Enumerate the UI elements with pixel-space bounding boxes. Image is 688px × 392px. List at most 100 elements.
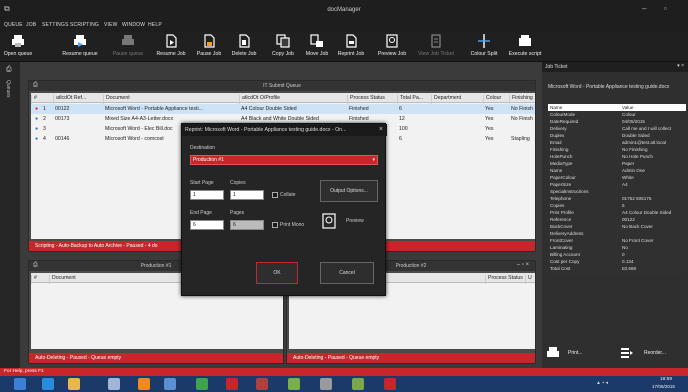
app-icon[interactable] [256, 378, 268, 390]
clock-time[interactable]: 18:59 [660, 377, 672, 382]
property-row[interactable]: Cost per Copy 0.134 [548, 258, 686, 265]
property-row[interactable]: ColourMode Colour [548, 111, 686, 118]
app-icon[interactable] [138, 378, 150, 390]
property-row[interactable]: Delivery Call me and I will collect [548, 125, 686, 132]
app-icon[interactable] [164, 378, 176, 390]
clock-date[interactable]: 17/06/2015 [652, 384, 675, 389]
copies-input[interactable]: 1 [230, 190, 264, 200]
property-row[interactable]: Finishing No Finishing [548, 146, 686, 153]
col-process-status[interactable]: Process Status [347, 95, 397, 104]
app-icon[interactable] [320, 378, 332, 390]
menu-scripting[interactable]: SCRIPTING [70, 22, 99, 28]
resume-job-button[interactable]: Resume Job [154, 34, 188, 61]
property-row[interactable]: BackCover No Back Cover [548, 223, 686, 230]
dialog-close-button[interactable]: × [379, 126, 383, 133]
pause-job-button[interactable]: Pause Job [194, 34, 224, 61]
col-number[interactable]: # [31, 95, 53, 104]
menu-window[interactable]: WINDOW [122, 22, 145, 28]
property-row[interactable]: DateRequired 04/05/2015 [548, 118, 686, 125]
menu-queue[interactable]: QUEUE [4, 22, 23, 28]
production-2-status: Auto-Deleting - Paused - Queue empty [293, 355, 380, 361]
col-profile[interactable]: atlcdOt O/Profile [239, 95, 347, 104]
property-row[interactable]: Duplex Double Sided [548, 132, 686, 139]
col-u[interactable]: U [525, 275, 535, 284]
app-icon[interactable] [108, 378, 120, 390]
preview-button[interactable]: Preview [320, 210, 378, 232]
window-controls-icon[interactable]: – ▫ × [517, 262, 529, 268]
menu-help[interactable]: HELP [148, 22, 162, 28]
property-row[interactable]: MediaType Paper [548, 160, 686, 167]
col-ref[interactable]: atlcdOt Ref... [53, 95, 103, 104]
property-row[interactable]: Billing Account 0 [548, 251, 686, 258]
col-colour[interactable]: Colour [483, 95, 509, 104]
menu-settings[interactable]: SETTINGS [42, 22, 69, 28]
colour-split-button[interactable]: Colour Split [466, 34, 502, 61]
property-row[interactable]: Print Profile A4 Colour Double Sided [548, 209, 686, 216]
property-row[interactable]: Reference 00122 [548, 216, 686, 223]
app-icon[interactable] [288, 378, 300, 390]
property-row[interactable]: Telephone 01752 506176 [548, 195, 686, 202]
col-document[interactable]: Document [103, 95, 239, 104]
collate-label: Collate [280, 192, 296, 198]
reorder-button[interactable]: Reorder... [620, 344, 684, 364]
col-department[interactable]: Department [431, 95, 483, 104]
cell-pages: 6 [399, 136, 402, 142]
property-row[interactable]: Email admin1@test.atl.local [548, 139, 686, 146]
dialog-title: Reprint: Microsoft Word - Portable Appli… [185, 127, 347, 133]
collate-checkbox[interactable] [272, 192, 278, 198]
property-row[interactable]: DeliveryAddress [548, 230, 686, 237]
system-tray-icon[interactable]: ▲ ▪ ◂ [596, 380, 608, 386]
reprint-job-button[interactable]: Reprint Job [334, 34, 368, 61]
property-name: PaperColour [550, 175, 576, 180]
reorder-label: Reorder... [644, 350, 666, 356]
app-icon[interactable] [196, 378, 208, 390]
printer-icon: ⎙ [6, 66, 12, 73]
resume-queue-button[interactable]: Resume queue [60, 34, 100, 61]
destination-select[interactable]: Production #1 ▾ [190, 155, 378, 165]
end-page-input[interactable]: 6 [190, 220, 224, 230]
output-options-button[interactable]: Output Options... [320, 180, 378, 202]
property-value: 01752 506176 [622, 196, 652, 201]
execute-script-button[interactable]: Execute script [506, 34, 544, 61]
menu-view[interactable]: VIEW [104, 22, 118, 28]
start-icon[interactable] [14, 378, 26, 390]
property-row[interactable]: PaperColour White [548, 174, 686, 181]
move-job-button[interactable]: Move Job [302, 34, 332, 61]
browser-icon[interactable] [42, 378, 54, 390]
col-total-pages[interactable]: Total Pa... [397, 95, 431, 104]
app-status-line: For Help, press F1 [0, 368, 688, 376]
property-row[interactable]: Total Cost £0.668 [548, 265, 686, 272]
menu-job[interactable]: JOB [26, 22, 36, 28]
col-number[interactable]: # [31, 275, 49, 284]
ok-button[interactable]: OK [256, 262, 298, 284]
table-row[interactable]: 1 00122 Microsoft Word - Portable Applianc… [31, 104, 535, 114]
app-icon[interactable] [352, 378, 364, 390]
queues-side-tab[interactable]: Queues [5, 80, 11, 98]
pause-queue-button[interactable]: Pause queue [110, 34, 146, 61]
pin-icon[interactable]: ▾ × [677, 63, 684, 69]
view-job-ticket-button[interactable]: View Job Ticket [414, 34, 458, 61]
docmanager-taskbar-icon[interactable] [226, 378, 238, 390]
property-row[interactable]: Name Admin One [548, 167, 686, 174]
start-page-input[interactable]: 1 [190, 190, 224, 200]
open-queue-button[interactable]: Open queue [2, 34, 34, 61]
preview-job-button[interactable]: Preview Job [374, 34, 410, 61]
property-row[interactable]: SpecialInstructions [548, 188, 686, 195]
copy-job-button[interactable]: Copy Job [268, 34, 298, 61]
col-document[interactable]: Document [49, 275, 169, 284]
app-icon[interactable] [384, 378, 396, 390]
minimize-button[interactable]: – [642, 4, 646, 13]
col-process-status[interactable]: Process Status [485, 275, 525, 284]
folder-icon[interactable] [68, 378, 80, 390]
col-finishing[interactable]: Finishing [509, 95, 535, 104]
property-row[interactable]: FrontCover No Front Cover [548, 237, 686, 244]
print-button[interactable]: Print... [546, 344, 606, 364]
cancel-button[interactable]: Cancel [320, 262, 374, 284]
property-row[interactable]: HolePunch No Hole Punch [548, 153, 686, 160]
property-row[interactable]: Copies 5 [548, 202, 686, 209]
maximize-button[interactable]: ▫ [664, 4, 667, 13]
delete-job-button[interactable]: Delete Job [228, 34, 260, 61]
property-row[interactable]: Laminating No [548, 244, 686, 251]
print-mono-checkbox[interactable] [272, 222, 278, 228]
property-row[interactable]: PaperSize A4 [548, 181, 686, 188]
